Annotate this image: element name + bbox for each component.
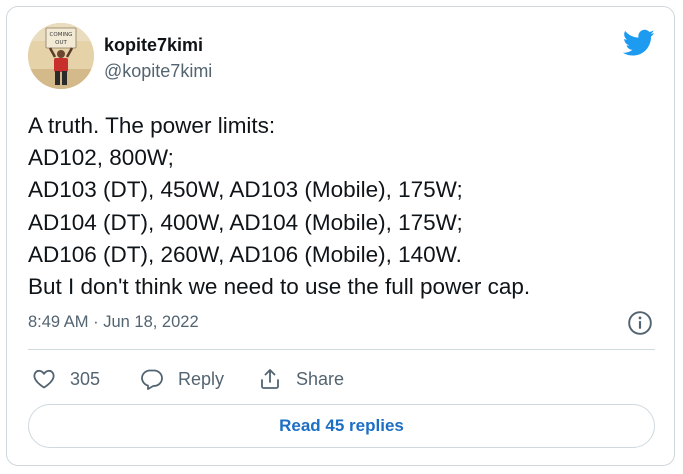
tweet-card: COMING OUT kopite7kimi @kopite7kimi A tr…: [6, 6, 675, 466]
divider: [28, 349, 655, 350]
tweet-timestamp[interactable]: 8:49 AM · Jun 18, 2022: [28, 313, 199, 332]
tweet-text: A truth. The power limits: AD102, 800W; …: [28, 110, 668, 303]
read-replies-button[interactable]: Read 45 replies: [28, 404, 655, 448]
person-holding-sign-avatar-icon: COMING OUT: [28, 23, 94, 89]
tweet-line: AD103 (DT), 450W, AD103 (Mobile), 175W;: [28, 177, 463, 203]
reply-bubble-icon: [141, 369, 163, 390]
heart-icon: [33, 369, 55, 389]
author-display-name[interactable]: kopite7kimi: [104, 35, 203, 56]
tweet-line: But I don't think we need to use the ful…: [28, 274, 531, 300]
tweet-line: AD102, 800W;: [28, 145, 174, 171]
reply-label: Reply: [178, 368, 225, 389]
author-handle[interactable]: @kopite7kimi: [104, 61, 212, 82]
tweet-line: AD104 (DT), 400W, AD104 (Mobile), 175W;: [28, 209, 463, 235]
tweet-line: AD106 (DT), 260W, AD106 (Mobile), 140W.: [28, 241, 462, 267]
like-button[interactable]: 305: [32, 365, 100, 393]
share-button[interactable]: Share: [258, 365, 344, 393]
share-label: Share: [296, 368, 345, 389]
svg-text:OUT: OUT: [55, 40, 67, 46]
avatar[interactable]: COMING OUT: [28, 23, 94, 89]
info-icon[interactable]: [627, 310, 653, 336]
svg-text:COMING: COMING: [50, 32, 73, 38]
reply-button[interactable]: Reply: [140, 365, 224, 393]
twitter-bird-icon[interactable]: [623, 29, 655, 57]
like-count: 305: [70, 368, 101, 389]
share-icon: [261, 369, 279, 389]
tweet-line: A truth. The power limits:: [28, 113, 276, 138]
